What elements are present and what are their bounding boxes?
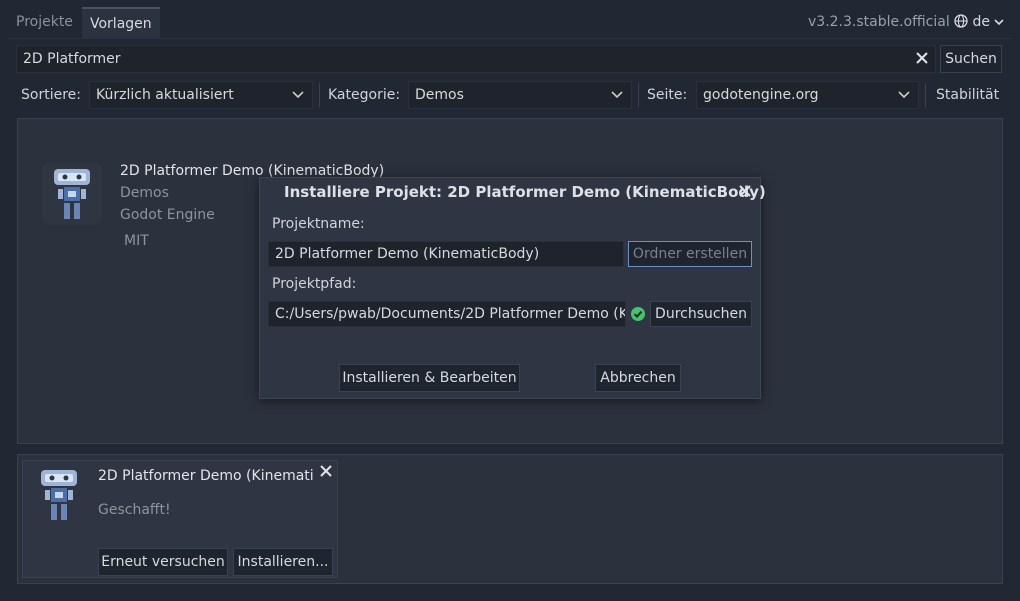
close-icon[interactable]	[738, 184, 752, 202]
project-path-field[interactable]: C:/Users/pwab/Documents/2D Platformer De…	[268, 301, 626, 327]
install-button[interactable]: Installieren...	[233, 548, 333, 576]
asset-category[interactable]: Demos	[120, 183, 169, 203]
sort-label: Sortiere:	[21, 87, 81, 103]
project-path-value: C:/Users/pwab/Documents/2D Platformer De…	[275, 306, 626, 322]
sort-select-value: Kürzlich aktualisiert	[96, 87, 234, 103]
install-edit-button[interactable]: Installieren & Bearbeiten	[339, 364, 520, 392]
search-input-value: 2D Platformer	[23, 51, 121, 67]
project-path-label: Projektpfad:	[272, 276, 357, 292]
version-label: v3.2.3.stable.official	[808, 14, 950, 30]
tab-templates[interactable]: Vorlagen	[82, 7, 160, 38]
search-input[interactable]: 2D Platformer	[16, 45, 936, 73]
download-title: 2D Platformer Demo (KinematicB	[98, 468, 314, 484]
chevron-down-icon	[898, 82, 910, 108]
check-icon	[630, 306, 646, 326]
divider	[638, 83, 639, 107]
project-name-field[interactable]: 2D Platformer Demo (KinematicBody)	[268, 241, 624, 267]
project-name-value: 2D Platformer Demo (KinematicBody)	[275, 246, 540, 262]
robot-icon	[41, 470, 77, 520]
tabs-underline	[8, 38, 1012, 39]
chevron-down-icon	[292, 82, 304, 108]
category-select[interactable]: Demos	[408, 81, 632, 109]
sort-select[interactable]: Kürzlich aktualisiert	[89, 81, 313, 109]
download-status: Geschafft!	[98, 502, 171, 518]
category-select-value: Demos	[415, 87, 464, 103]
tab-projects[interactable]: Projekte	[8, 7, 81, 38]
language-selector[interactable]: de	[954, 12, 1004, 34]
close-icon[interactable]	[319, 464, 333, 482]
stability-button[interactable]: Stabilität	[936, 81, 999, 109]
chevron-down-icon	[611, 82, 623, 108]
create-folder-button[interactable]: Ordner erstellen	[628, 241, 752, 267]
site-label: Seite:	[647, 87, 688, 103]
browse-button[interactable]: Durchsuchen	[650, 301, 752, 327]
site-select-value: godotengine.org	[703, 87, 819, 103]
divider	[925, 83, 926, 107]
asset-thumbnail[interactable]	[42, 163, 102, 225]
globe-icon	[954, 14, 968, 34]
cancel-button[interactable]: Abbrechen	[595, 364, 681, 392]
divider	[319, 83, 320, 107]
site-select[interactable]: godotengine.org	[696, 81, 919, 109]
asset-license: MIT	[124, 233, 149, 249]
language-label: de	[972, 14, 990, 30]
retry-button[interactable]: Erneut versuchen	[98, 548, 228, 576]
dialog-title: Installiere Projekt: 2D Platformer Demo …	[284, 183, 766, 201]
asset-author[interactable]: Godot Engine	[120, 205, 215, 225]
robot-icon	[54, 169, 90, 219]
download-thumbnail	[29, 464, 89, 526]
search-button[interactable]: Suchen	[940, 45, 1002, 73]
clear-search-icon[interactable]	[915, 51, 929, 69]
chevron-down-icon	[994, 14, 1004, 30]
project-name-label: Projektname:	[272, 216, 365, 232]
category-label: Kategorie:	[328, 87, 401, 103]
